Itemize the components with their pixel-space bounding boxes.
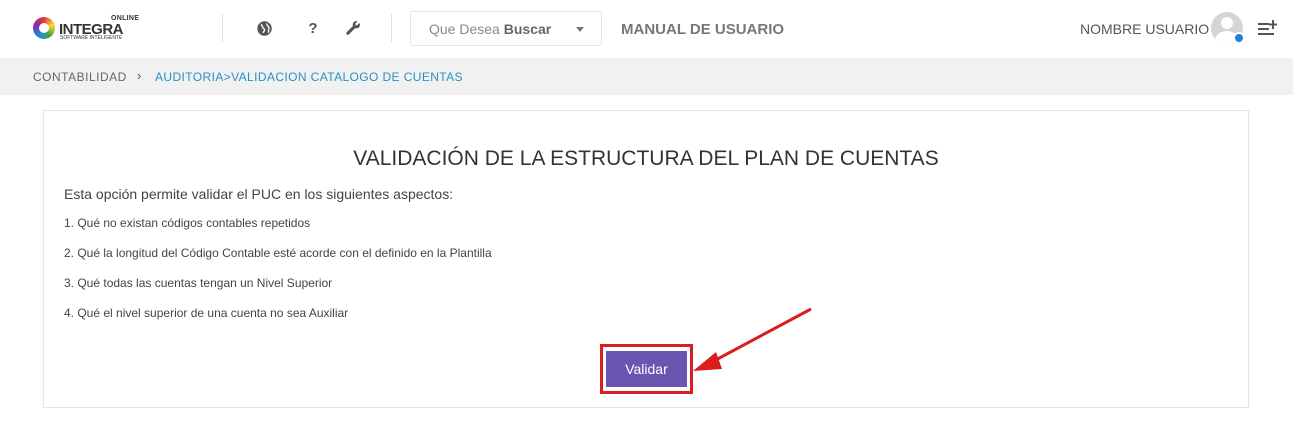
breadcrumb-current[interactable]: AUDITORIA>VALIDACION CATALOGO DE CUENTAS xyxy=(155,70,463,84)
page-title: VALIDACIÓN DE LA ESTRUCTURA DEL PLAN DE … xyxy=(353,147,939,170)
list-item: 2. Qué la longitud del Código Contable e… xyxy=(64,246,492,260)
logo-tagline-text: SOFTWARE INTELIGENTE xyxy=(60,35,123,41)
integra-logo[interactable]: ONLINE INTEGRA SOFTWARE INTELIGENTE xyxy=(33,14,139,44)
header-divider xyxy=(222,14,223,42)
user-name[interactable]: NOMBRE USUARIO xyxy=(1080,21,1209,37)
menu-add-icon[interactable] xyxy=(1258,20,1278,36)
wrench-icon[interactable] xyxy=(343,18,363,38)
validation-panel: VALIDACIÓN DE LA ESTRUCTURA DEL PLAN DE … xyxy=(43,110,1249,408)
list-item: 3. Qué todas las cuentas tengan un Nivel… xyxy=(64,276,333,290)
manual-link[interactable]: MANUAL DE USUARIO xyxy=(621,21,784,38)
online-status-dot xyxy=(1233,32,1245,44)
search-select[interactable]: Que Desea Buscar xyxy=(410,11,602,46)
search-placeholder: Que Desea Buscar xyxy=(429,21,552,37)
list-item: 1. Qué no existan códigos contables repe… xyxy=(64,216,311,230)
breadcrumb-root[interactable]: CONTABILIDAD xyxy=(33,70,127,84)
breadcrumb-chevron-icon: › xyxy=(137,68,142,83)
list-item: 4. Qué el nivel superior de una cuenta n… xyxy=(64,306,349,320)
help-icon[interactable]: ? xyxy=(303,18,323,38)
header-divider xyxy=(391,14,392,42)
globe-icon[interactable] xyxy=(254,18,274,38)
logo-mark-icon xyxy=(33,17,55,39)
chevron-down-icon xyxy=(576,27,584,32)
validar-button[interactable]: Validar xyxy=(606,351,687,387)
top-header: ONLINE INTEGRA SOFTWARE INTELIGENTE ? Qu… xyxy=(0,0,1293,58)
breadcrumb: CONTABILIDAD › AUDITORIA>VALIDACION CATA… xyxy=(0,58,1293,95)
intro-text: Esta opción permite validar el PUC en lo… xyxy=(64,186,454,202)
